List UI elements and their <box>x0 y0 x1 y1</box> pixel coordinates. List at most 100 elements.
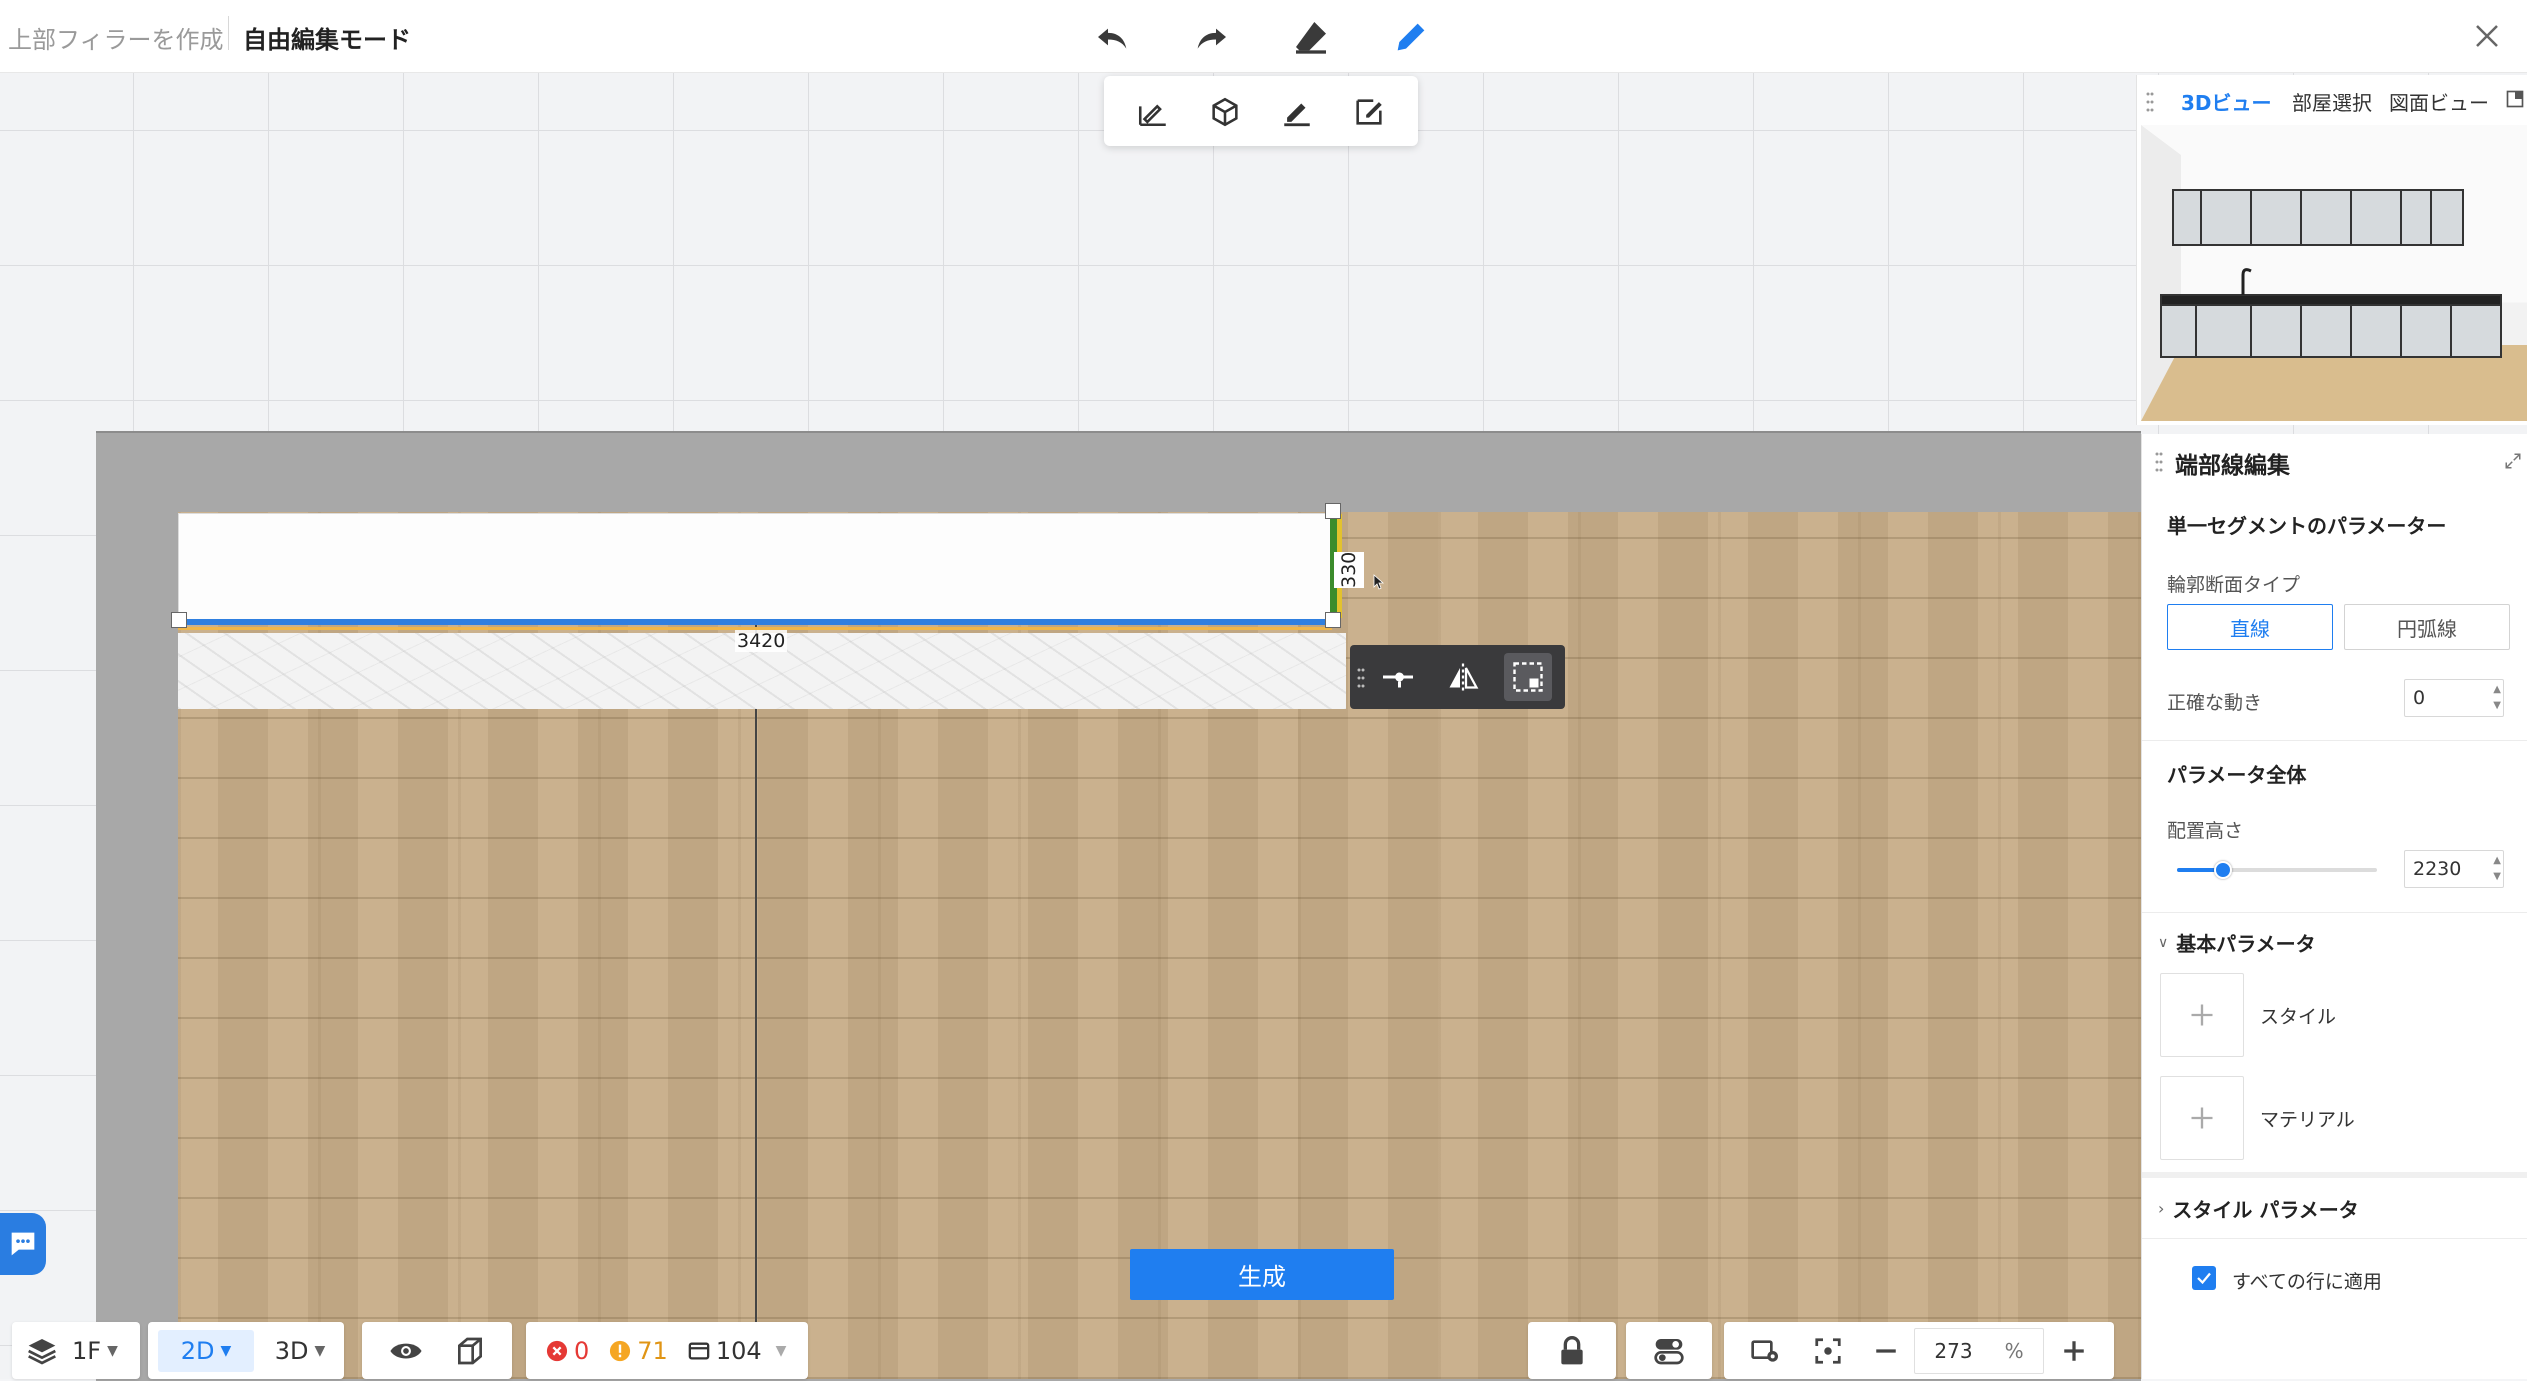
plus-icon <box>2064 1340 2084 1361</box>
chevron-down-icon: ∨ <box>2158 934 2169 951</box>
edit-button[interactable] <box>1276 91 1318 133</box>
basic-params-header[interactable]: ∨ 基本パラメータ <box>2158 928 2316 957</box>
height-label: 配置高さ <box>2167 820 2244 842</box>
profile-type-label: 輪郭断面タイプ <box>2167 574 2301 596</box>
zoom-out-button[interactable] <box>1864 1329 1908 1373</box>
single-segment-title: 単一セグメントのパラメーター <box>2167 514 2447 538</box>
floor-selector[interactable]: 1F ▼ <box>12 1322 140 1379</box>
selected-edge-line[interactable] <box>178 619 1334 625</box>
breadcrumb-separator <box>228 16 229 50</box>
apply-all-checkbox[interactable] <box>2192 1266 2216 1290</box>
status-group[interactable]: 0 71 104 ▼ <box>526 1322 808 1379</box>
cube-button[interactable] <box>1204 91 1246 133</box>
undo-button[interactable] <box>1088 12 1138 62</box>
edit-icon <box>1284 103 1310 127</box>
check-icon <box>2197 1272 2211 1285</box>
warning-count: 71 <box>637 1336 668 1365</box>
view-panel: 3Dビュー 部屋選択 図面ビュー <box>2136 75 2527 425</box>
pen-button[interactable] <box>1386 12 1436 62</box>
expand-icon[interactable] <box>2504 452 2522 470</box>
minus-icon <box>1876 1348 1896 1353</box>
zoom-input[interactable]: 273 % <box>1914 1327 2044 1374</box>
close-icon <box>2476 25 2498 47</box>
split-segment-icon <box>1383 672 1413 688</box>
lock-button[interactable] <box>1528 1322 1616 1379</box>
cube-icon <box>1212 97 1238 127</box>
resize-handle-left[interactable] <box>171 612 187 628</box>
view-3d-label: 3D <box>274 1336 309 1365</box>
style-params-header[interactable]: › スタイル パラメータ <box>2158 1194 2359 1223</box>
view-2d-label: 2D <box>180 1336 215 1365</box>
floor-label: 1F <box>72 1336 102 1365</box>
redo-button[interactable] <box>1186 12 1236 62</box>
sub-toolbar <box>1104 76 1418 146</box>
expand-panel-icon[interactable] <box>2505 89 2525 109</box>
pen-icon <box>1397 23 1425 51</box>
redo-icon <box>1197 28 1226 49</box>
stepper-arrows-icon[interactable]: ▲ ▼ <box>2493 682 2501 714</box>
view-3d-button[interactable]: 3D ▼ <box>260 1330 340 1372</box>
section-divider <box>2142 1172 2527 1178</box>
camera-settings-icon <box>1751 1339 1778 1362</box>
toggle-icon <box>1654 1338 1684 1364</box>
height-input[interactable]: 2230 ▲ ▼ <box>2404 850 2504 888</box>
3d-preview[interactable] <box>2141 125 2527 421</box>
eraser-button[interactable] <box>1286 12 1336 62</box>
plus-icon <box>2191 1107 2213 1129</box>
resize-handle-top-right[interactable] <box>1325 503 1341 519</box>
breadcrumb-previous[interactable]: 上部フィラーを作成 <box>8 20 224 55</box>
top-bar: 上部フィラーを作成 自由編集モード <box>0 0 2527 73</box>
divider <box>2142 740 2527 741</box>
dimension-width-label: 3420 <box>735 630 788 652</box>
zoom-value: 273 <box>1934 1338 1973 1363</box>
split-segment-button[interactable] <box>1374 653 1422 701</box>
precise-move-input[interactable]: 0 ▲ ▼ <box>2404 679 2504 717</box>
view-tabs: 3Dビュー 部屋選択 図面ビュー <box>2137 75 2527 127</box>
drag-grip-icon[interactable] <box>1356 667 1366 689</box>
profile-arc-button[interactable]: 円弧線 <box>2344 604 2510 650</box>
resize-handle-bottom-right[interactable] <box>1325 612 1341 628</box>
kitchen-3d-render <box>2141 125 2527 421</box>
view-mode-group: 2D ▼ 3D ▼ <box>148 1322 344 1379</box>
tab-room-select[interactable]: 部屋選択 <box>2292 87 2372 116</box>
edit-frame-icon <box>1356 99 1382 125</box>
generate-button[interactable]: 生成 <box>1130 1249 1394 1300</box>
profile-straight-button[interactable]: 直線 <box>2167 604 2333 650</box>
edit-frame-button[interactable] <box>1348 91 1390 133</box>
toggle-settings-button[interactable] <box>1626 1322 1712 1379</box>
height-slider-track[interactable] <box>2177 861 2377 879</box>
camera-settings-button[interactable] <box>1744 1329 1788 1373</box>
tab-3d-view[interactable]: 3Dビュー <box>2181 87 2272 116</box>
visibility-button[interactable] <box>384 1329 428 1373</box>
style-params-title: スタイル パラメータ <box>2172 1198 2359 1222</box>
drag-grip-icon[interactable] <box>2154 451 2164 473</box>
material-label: マテリアル <box>2260 1109 2355 1131</box>
draw-line-button[interactable] <box>1132 91 1174 133</box>
chevron-down-icon: ▼ <box>220 1342 232 1359</box>
view-2d-button[interactable]: 2D ▼ <box>158 1329 254 1372</box>
drag-grip-icon[interactable] <box>2145 91 2155 113</box>
mouse-cursor-icon <box>1373 574 1385 590</box>
item-count: 104 <box>715 1336 762 1365</box>
add-material-button[interactable] <box>2160 1076 2244 1160</box>
chat-button[interactable] <box>0 1213 46 1275</box>
zoom-in-button[interactable] <box>2052 1329 2096 1373</box>
draw-line-icon <box>1138 104 1166 127</box>
mirror-button[interactable] <box>1439 653 1487 701</box>
fit-view-button[interactable] <box>1806 1329 1850 1373</box>
select-area-button[interactable] <box>1504 653 1552 701</box>
chevron-down-icon: ▼ <box>775 1342 787 1359</box>
add-style-button[interactable] <box>2160 973 2244 1057</box>
overall-params-title: パラメータ全体 <box>2167 763 2307 787</box>
chevron-down-icon: ▼ <box>107 1342 118 1359</box>
close-button[interactable] <box>2463 12 2511 60</box>
upper-filler-area[interactable] <box>178 513 1334 625</box>
height-slider-thumb[interactable] <box>2214 861 2232 879</box>
precise-move-value: 0 <box>2413 687 2426 709</box>
box-view-button[interactable] <box>448 1329 492 1373</box>
tab-drawing-view[interactable]: 図面ビュー <box>2389 87 2489 116</box>
edge-edit-panel: 端部線編集 単一セグメントのパラメーター 輪郭断面タイプ 直線 円弧線 正確な動… <box>2141 434 2527 1379</box>
stepper-arrows-icon[interactable]: ▲ ▼ <box>2493 853 2501 885</box>
eye-icon <box>390 1343 422 1358</box>
basic-params-title: 基本パラメータ <box>2176 932 2316 956</box>
